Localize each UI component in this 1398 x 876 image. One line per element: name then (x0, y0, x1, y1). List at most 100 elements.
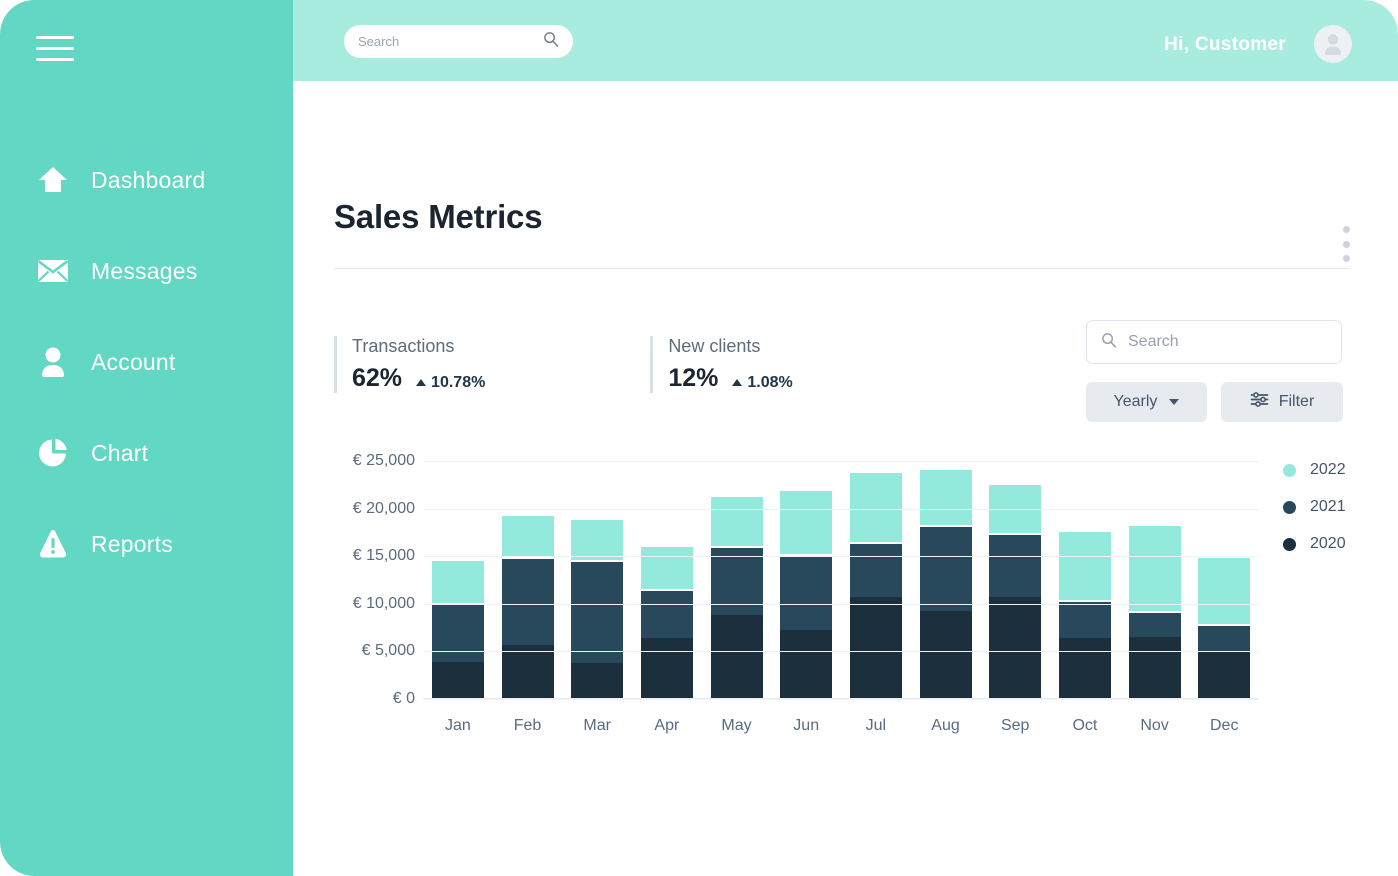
x-tick-label: Dec (1210, 717, 1239, 734)
filter-button[interactable]: Filter (1221, 382, 1343, 422)
legend-color-swatch (1283, 463, 1296, 477)
bar-segment-2020[interactable] (919, 611, 972, 699)
legend-item-2022[interactable]: 2022 (1283, 461, 1346, 479)
bar-segment-2020[interactable] (989, 597, 1042, 699)
bar-segment-2021[interactable] (571, 560, 624, 663)
bar-segment-2020[interactable] (1128, 637, 1181, 699)
sidebar-item-reports[interactable]: Reports (0, 516, 293, 572)
sidebar-item-account[interactable]: Account (0, 334, 293, 390)
bar-stack (1058, 529, 1111, 699)
x-tick-label: Jun (793, 717, 820, 734)
bar-column[interactable] (1189, 461, 1259, 699)
bar-column[interactable] (493, 461, 563, 699)
sidebar: Dashboard Messages Account Chart Reports (0, 0, 293, 876)
legend-label: 2021 (1310, 498, 1346, 515)
bar-segment-2022[interactable] (640, 544, 693, 589)
legend-item-2020[interactable]: 2020 (1283, 535, 1346, 553)
bar-segment-2021[interactable] (1058, 600, 1111, 639)
bar-segment-2021[interactable] (1128, 611, 1181, 638)
gridline (423, 651, 1259, 653)
global-search-box[interactable] (344, 25, 573, 58)
y-tick-label: € 10,000 (352, 594, 415, 612)
x-tick-label: Feb (513, 717, 542, 734)
bar-segment-2021[interactable] (431, 602, 484, 662)
sidebar-item-dashboard[interactable]: Dashboard (0, 152, 293, 208)
gridline (423, 461, 1259, 462)
bar-segment-2022[interactable] (1058, 529, 1111, 600)
gridline (423, 508, 1259, 510)
bar-column[interactable] (980, 461, 1050, 699)
metric-delta-value: 1.08% (747, 373, 793, 391)
bar-column[interactable] (1050, 461, 1120, 699)
bar-segment-2022[interactable] (849, 470, 902, 542)
bar-segment-2022[interactable] (571, 518, 624, 561)
bar-segment-2021[interactable] (1198, 623, 1251, 653)
bar-segment-2020[interactable] (780, 630, 833, 699)
bar-segment-2022[interactable] (1198, 556, 1251, 624)
arrow-up-icon (732, 379, 743, 386)
bar-stack (431, 559, 484, 699)
bar-column[interactable] (841, 461, 911, 699)
bar-segment-2020[interactable] (1198, 652, 1251, 699)
bar-segment-2020[interactable] (849, 597, 902, 699)
home-icon (36, 163, 70, 197)
sidebar-item-label: Dashboard (91, 166, 206, 193)
bar-column[interactable] (911, 461, 981, 699)
legend-label: 2022 (1310, 461, 1346, 478)
x-tick-label: Nov (1140, 717, 1169, 734)
x-tick-label: Oct (1072, 717, 1098, 734)
bar-segment-2020[interactable] (1058, 638, 1111, 699)
bar-segment-2020[interactable] (571, 662, 624, 699)
bar-column[interactable] (1120, 461, 1190, 699)
chart-plot-area (423, 461, 1259, 700)
search-icon (1101, 332, 1117, 353)
bar-segment-2020[interactable] (501, 644, 554, 699)
sidebar-item-label: Messages (91, 257, 198, 284)
dashboard-app: Dashboard Messages Account Chart Reports… (0, 0, 1398, 876)
bar-segment-2021[interactable] (919, 524, 972, 612)
user-icon (36, 345, 70, 379)
bar-segment-2021[interactable] (989, 533, 1042, 598)
search-icon (543, 31, 559, 52)
kebab-menu-icon[interactable] (1342, 226, 1350, 262)
sidebar-item-messages[interactable]: Messages (0, 243, 293, 299)
legend-color-swatch (1283, 500, 1296, 514)
bar-segment-2020[interactable] (640, 638, 693, 699)
y-tick-label: € 20,000 (352, 499, 415, 517)
bar-stack (710, 495, 763, 699)
x-tick-label: Sep (1000, 717, 1030, 734)
page-title: Sales Metrics (334, 198, 543, 235)
bar-segment-2022[interactable] (501, 514, 554, 558)
global-search-input[interactable] (358, 34, 543, 49)
x-tick-label: Mar (583, 717, 611, 734)
hamburger-icon[interactable] (36, 36, 74, 64)
metric-value: 12% (668, 364, 719, 392)
bar-column[interactable] (423, 461, 493, 699)
period-select[interactable]: Yearly (1086, 382, 1207, 422)
bar-segment-2022[interactable] (780, 488, 833, 555)
avatar[interactable] (1314, 25, 1352, 63)
table-search-box[interactable] (1086, 320, 1342, 364)
bar-segment-2020[interactable] (710, 615, 763, 699)
period-select-label: Yearly (1113, 393, 1158, 410)
bar-segment-2022[interactable] (919, 467, 972, 525)
sidebar-item-chart[interactable]: Chart (0, 425, 293, 481)
bar-segment-2022[interactable] (1128, 523, 1181, 612)
bar-column[interactable] (702, 461, 772, 699)
bar-segment-2021[interactable] (849, 541, 902, 598)
bar-column[interactable] (771, 461, 841, 699)
bar-column[interactable] (562, 461, 632, 699)
bar-segment-2022[interactable] (431, 559, 484, 603)
bar-segment-2022[interactable] (710, 495, 763, 546)
metric-transactions: Transactions 62% 10.78% (334, 336, 485, 393)
metric-label: Transactions (352, 336, 455, 356)
x-tick-label: May (721, 717, 752, 734)
table-search-input[interactable] (1128, 333, 1335, 351)
bar-stack (501, 514, 554, 699)
bar-segment-2020[interactable] (431, 661, 484, 699)
bar-segment-2021[interactable] (780, 554, 833, 631)
bar-segment-2021[interactable] (501, 557, 554, 645)
bar-column[interactable] (632, 461, 702, 699)
bar-segment-2021[interactable] (640, 588, 693, 639)
legend-item-2021[interactable]: 2021 (1283, 498, 1346, 516)
